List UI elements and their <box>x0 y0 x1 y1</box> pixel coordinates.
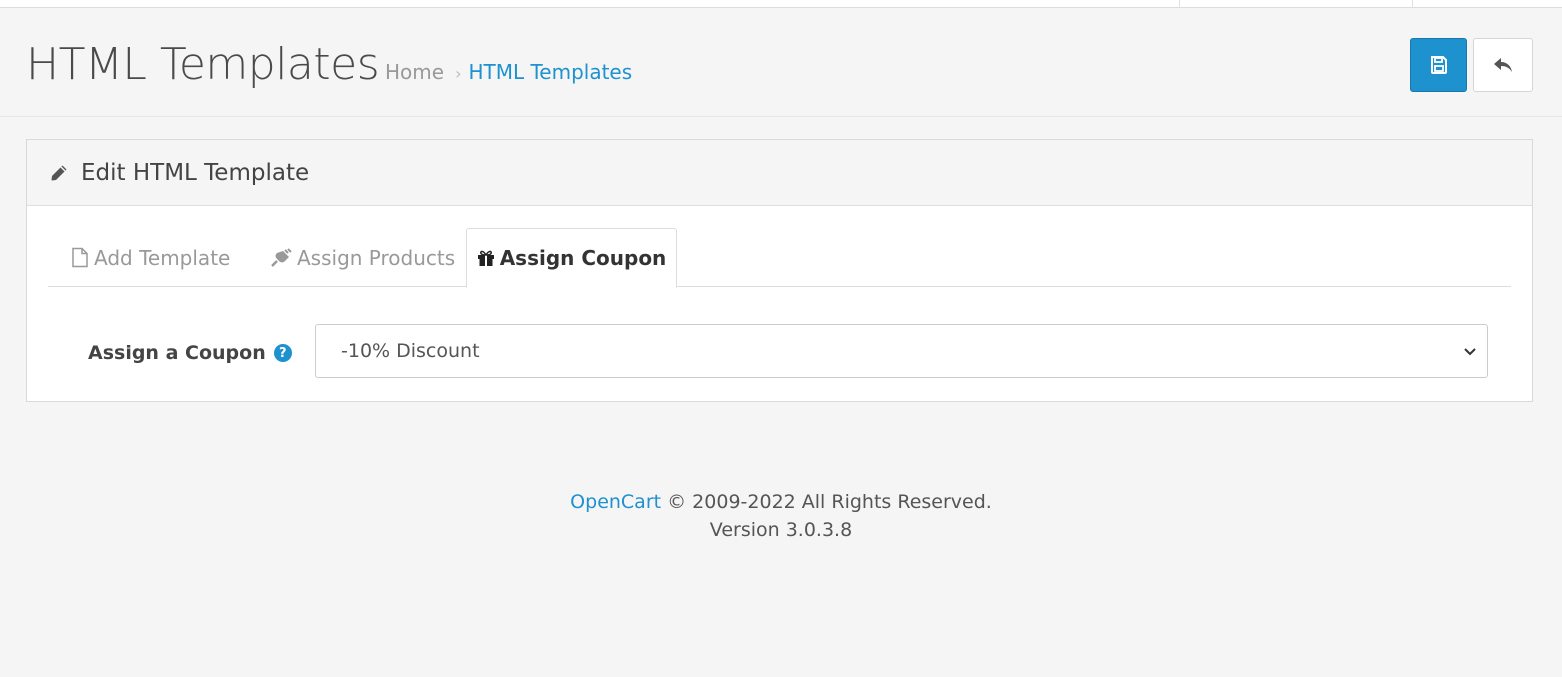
gift-icon <box>477 250 494 266</box>
save-button[interactable] <box>1410 38 1467 92</box>
opencart-link[interactable]: OpenCart <box>570 491 661 513</box>
help-icon[interactable]: ? <box>273 344 292 362</box>
file-icon <box>72 247 88 268</box>
tab-assign-coupon[interactable]: Assign Coupon <box>466 228 677 288</box>
page-header: HTML Templates Home › HTML Templates <box>0 9 1562 117</box>
tab-label: Assign Products <box>297 245 456 270</box>
version-text: Version 3.0.3.8 <box>709 519 853 541</box>
breadcrumb-separator: › <box>455 64 462 83</box>
navbar-divider <box>1412 0 1413 8</box>
footer: OpenCart © 2009-2022 All Rights Reserved… <box>0 488 1562 544</box>
edit-template-panel: Edit HTML Template Add Template Assign P… <box>26 139 1533 402</box>
tab-label: Assign Coupon <box>499 246 667 270</box>
navbar-divider <box>1179 0 1180 8</box>
coupon-label: Assign a Coupon ? <box>88 339 292 367</box>
panel-title: Edit HTML Template <box>81 159 310 186</box>
pencil-icon <box>51 165 67 180</box>
reply-arrow-icon <box>1494 58 1512 72</box>
copyright-text: © 2009-2022 All Rights Reserved. <box>667 491 992 513</box>
plug-icon <box>271 247 292 267</box>
tab-bar: Add Template Assign Products Assign Coup… <box>48 228 1511 288</box>
breadcrumb-home[interactable]: Home <box>385 60 444 84</box>
floppy-disk-icon <box>1430 56 1447 74</box>
coupon-label-text: Assign a Coupon <box>88 342 266 364</box>
chevron-down-icon <box>1464 348 1476 356</box>
page-title: HTML Templates <box>26 39 380 90</box>
tab-assign-products[interactable]: Assign Products <box>270 228 455 287</box>
tab-add-template[interactable]: Add Template <box>71 228 230 287</box>
breadcrumb: Home › HTML Templates <box>385 59 632 87</box>
tab-label: Add Template <box>94 245 231 270</box>
panel-heading: Edit HTML Template <box>27 140 1532 206</box>
footer-copyright-line: OpenCart © 2009-2022 All Rights Reserved… <box>0 488 1562 516</box>
coupon-select[interactable]: -10% Discount <box>315 324 1488 378</box>
coupon-select-value: -10% Discount <box>341 340 480 362</box>
back-button[interactable] <box>1473 38 1533 92</box>
breadcrumb-current[interactable]: HTML Templates <box>468 60 632 84</box>
top-navbar-strip <box>0 0 1562 8</box>
